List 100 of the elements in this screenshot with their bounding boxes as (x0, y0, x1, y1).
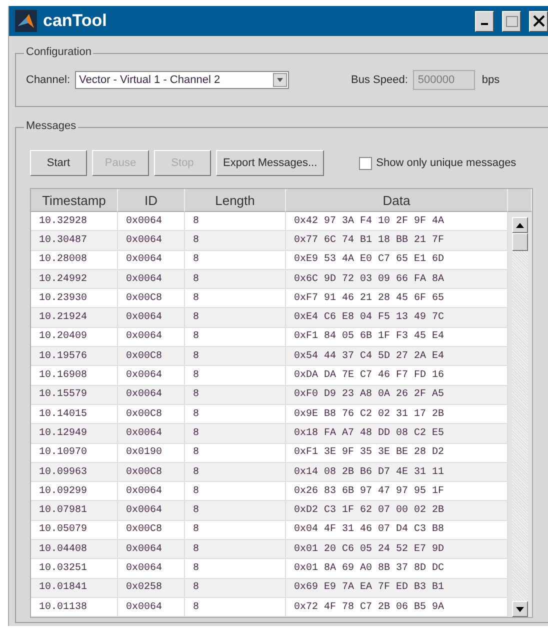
table-cell: 8 (185, 520, 286, 540)
table-cell: 10.09299 (31, 482, 118, 502)
table-cell: 0x00C8 (118, 520, 185, 540)
table-cell: 8 (185, 289, 286, 308)
table-cell: 10.07981 (31, 501, 118, 521)
table-cell: 0x0064 (118, 212, 185, 232)
table-cell: 10.01138 (31, 598, 118, 618)
table-cell: 0x04 4F 31 46 07 D4 C3 B8 (286, 520, 508, 540)
column-header[interactable]: Timestamp (31, 189, 118, 212)
table-cell: 10.05079 (31, 520, 118, 540)
up-arrow-icon (516, 222, 524, 228)
table-cell: 0x72 4F 78 C7 2B 06 B5 9A (286, 598, 508, 618)
table-cell: 0x0258 (118, 578, 185, 598)
unit-label: bps (482, 74, 500, 86)
dropdown-arrow-icon (277, 78, 284, 82)
table-cell: 10.01841 (31, 578, 118, 598)
checkbox-label: Show only unique messages (376, 157, 516, 169)
table-cell: 0x0064 (118, 424, 185, 444)
down-arrow-icon (516, 606, 524, 612)
scroll-down-button[interactable] (512, 601, 528, 618)
table-cell: 10.20409 (31, 328, 118, 348)
table-cell: 8 (185, 559, 286, 579)
table-cell: 0x0064 (118, 328, 185, 348)
scroll-up-button[interactable] (512, 217, 528, 233)
channel-dropdown[interactable]: Vector - Virtual 1 - Channel 2 (75, 71, 290, 89)
app-logo-icon (15, 10, 37, 32)
table-cell: 0x0064 (118, 366, 185, 386)
table-cell: 0x9E B8 76 C2 02 31 17 2B (286, 404, 508, 424)
table-cell: 0x0064 (118, 501, 185, 521)
table-cell: 0x0064 (118, 386, 185, 405)
table-cell: 10.04408 (31, 540, 118, 560)
table-cell: 0xF7 91 46 21 28 45 6F 65 (286, 289, 508, 308)
table-cell: 0x0064 (118, 231, 185, 251)
table-cell: 0x18 FA A7 48 DD 08 C2 E5 (286, 424, 508, 444)
table-cell: 0x54 44 37 C4 5D 27 2A E4 (286, 347, 508, 366)
table-cell: 8 (185, 598, 286, 618)
table-cell: 8 (185, 308, 286, 328)
table-cell: 8 (185, 366, 286, 386)
scroll-thumb[interactable] (512, 233, 528, 251)
maximize-icon (506, 16, 518, 26)
bus-speed-label: Bus Speed: (351, 74, 408, 86)
table-cell: 8 (185, 540, 286, 560)
table-cell: 0xD2 C3 1F 62 07 00 02 2B (286, 501, 508, 521)
close-icon (532, 15, 544, 27)
table-cell: 8 (185, 501, 286, 521)
table-cell: 8 (185, 212, 286, 232)
table-cell: 0x0190 (118, 444, 185, 463)
table-cell: 0x00C8 (118, 347, 185, 366)
close-button[interactable] (529, 10, 548, 32)
column-header[interactable]: Data (286, 189, 508, 212)
table-cell: 0x00C8 (118, 289, 185, 308)
table-cell: 10.28008 (31, 250, 118, 270)
table-cell: 0x0064 (118, 250, 185, 270)
table-cell: 10.15579 (31, 386, 118, 405)
table-cell: 0xF1 3E 9F 35 3E BE 28 D2 (286, 444, 508, 463)
table-cell: 8 (185, 386, 286, 405)
table-cell: 10.16908 (31, 366, 118, 386)
table-cell: 0x0064 (118, 308, 185, 328)
table-cell: 0xDA DA 7E C7 46 F7 FD 16 (286, 366, 508, 386)
table-cell: 0x00C8 (118, 462, 185, 482)
table-cell: 0xF1 84 05 6B 1F F3 45 E4 (286, 328, 508, 348)
table-cell: 8 (185, 444, 286, 463)
scrollbar[interactable] (508, 212, 532, 618)
table-cell: 0x26 83 6B 97 47 97 95 1F (286, 482, 508, 502)
table-cell: 10.23930 (31, 289, 118, 308)
toolbar-button[interactable]: Export Messages... (216, 150, 324, 176)
table-cell: 8 (185, 578, 286, 598)
table-cell: 10.03251 (31, 559, 118, 579)
group-title: Messages (24, 120, 78, 132)
table-cell: 8 (185, 231, 286, 251)
table-cell: 0x14 08 2B B6 D7 4E 31 11 (286, 462, 508, 482)
column-header[interactable]: ID (118, 189, 185, 212)
table-cell: 10.14015 (31, 404, 118, 424)
minimize-button[interactable] (475, 10, 494, 32)
table-cell: 0xE4 C6 E8 04 F5 13 49 7C (286, 308, 508, 328)
table-cell: 0xE9 53 4A E0 C7 65 E1 6D (286, 250, 508, 270)
table-cell: 0x6C 9D 72 03 09 66 FA 8A (286, 270, 508, 290)
maximize-button[interactable] (502, 10, 521, 32)
table-cell: 10.19576 (31, 347, 118, 366)
table-cell: 8 (185, 347, 286, 366)
table-cell: 8 (185, 462, 286, 482)
table-cell: 10.12949 (31, 424, 118, 444)
table-cell: 0x01 8A 69 A0 8B 37 8D DC (286, 559, 508, 579)
table-cell: 0xF0 D9 23 A8 0A 26 2F A5 (286, 386, 508, 405)
table-cell: 8 (185, 270, 286, 290)
table-cell: 10.09963 (31, 462, 118, 482)
table-cell: 0x69 E9 7A EA 7F ED B3 B1 (286, 578, 508, 598)
table-cell: 0x0064 (118, 270, 185, 290)
table-cell: 10.30487 (31, 231, 118, 251)
table-cell: 0x0064 (118, 482, 185, 502)
checkbox[interactable] (359, 156, 372, 170)
column-header[interactable]: Length (185, 189, 286, 212)
table-cell: 0x42 97 3A F4 10 2F 9F 4A (286, 212, 508, 232)
table-cell: 0x00C8 (118, 404, 185, 424)
table-cell: 8 (185, 482, 286, 502)
toolbar-button[interactable]: Start (30, 150, 87, 176)
table-cell: 8 (185, 404, 286, 424)
table-cell: 10.21924 (31, 308, 118, 328)
table-cell: 0x0064 (118, 559, 185, 579)
group-title: Configuration (24, 46, 94, 58)
